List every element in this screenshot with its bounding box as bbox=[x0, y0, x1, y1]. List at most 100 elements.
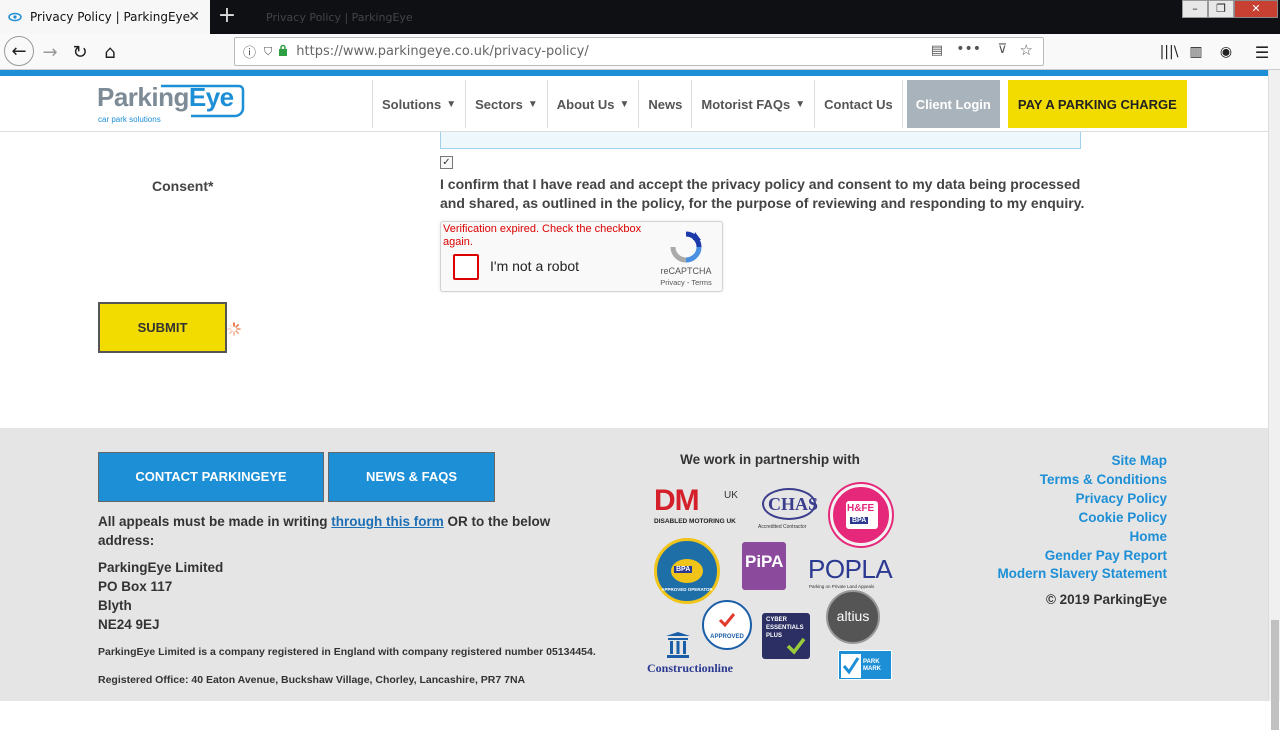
menu-label: Contact Us bbox=[824, 96, 893, 112]
cyber-text: CYBER bbox=[766, 617, 788, 623]
pipa-text: PiPA bbox=[745, 552, 784, 571]
safecontractor-tick-icon bbox=[718, 613, 736, 628]
browser-nav-bar: ← → ↻ ⌂ ⓘ ⛉ https://www.parkingeye.co.uk… bbox=[0, 34, 1280, 70]
tracking-shield-icon[interactable]: ⛉ bbox=[264, 45, 272, 59]
footer-link-cookie-policy[interactable]: Cookie Policy bbox=[997, 509, 1167, 528]
menu-item-contact-us[interactable]: Contact Us bbox=[814, 80, 903, 128]
hfe-parking-charter-logo: H&FE BPA bbox=[830, 484, 892, 546]
active-tab[interactable]: Privacy Policy | ParkingEye ✕ bbox=[0, 0, 210, 34]
hfe-text: H&FE bbox=[847, 503, 875, 514]
partners-heading: We work in partnership with bbox=[680, 452, 860, 467]
message-textarea[interactable] bbox=[440, 132, 1081, 149]
restore-window-icon[interactable]: ❐ bbox=[1208, 0, 1234, 18]
home-icon[interactable]: ⌂ bbox=[96, 38, 124, 66]
menu-item-news[interactable]: News bbox=[638, 80, 691, 128]
page-scrollbar[interactable] bbox=[1268, 70, 1280, 730]
address-line: ParkingEye Limited bbox=[98, 560, 224, 575]
appeal-notice: All appeals must be made in writing thro… bbox=[98, 512, 588, 550]
essentials-text: ESSENTIALS bbox=[766, 625, 804, 631]
altius-assured-vendor-logo: altius bbox=[826, 590, 880, 644]
address-line: Blyth bbox=[98, 598, 132, 613]
consent-text: I confirm that I have read and accept th… bbox=[440, 176, 1085, 211]
pipa-logo: PiPA bbox=[740, 542, 788, 602]
background-tab-title: Privacy Policy | ParkingEye bbox=[266, 10, 413, 24]
recaptcha-privacy-terms-links[interactable]: Privacy - Terms bbox=[653, 278, 719, 287]
url-bar[interactable]: ⓘ ⛉ https://www.parkingeye.co.uk/privacy… bbox=[234, 37, 1044, 66]
page-info-icon[interactable]: ⓘ bbox=[243, 42, 256, 61]
registered-office: Registered Office: 40 Eaton Avenue, Buck… bbox=[98, 674, 526, 686]
contact-parkingeye-button[interactable]: CONTACT PARKINGEYE bbox=[98, 452, 324, 502]
dm-uk-text: UK bbox=[724, 490, 738, 501]
address-line: NE24 9EJ bbox=[98, 617, 160, 632]
cyber-essentials-plus-logo: CYBER ESSENTIALS PLUS bbox=[762, 613, 810, 659]
logo-tagline: car park solutions bbox=[98, 115, 161, 124]
sidebar-icon[interactable]: ▥ bbox=[1182, 38, 1210, 66]
loading-spinner-icon bbox=[227, 322, 241, 336]
client-login-button[interactable]: Client Login bbox=[906, 80, 1000, 128]
consent-label: Consent* bbox=[152, 178, 214, 194]
footer-link-home[interactable]: Home bbox=[997, 528, 1167, 547]
minimize-window-icon[interactable]: – bbox=[1182, 0, 1208, 18]
library-icon[interactable]: |||\ bbox=[1155, 38, 1183, 66]
contact-button-label: CONTACT PARKINGEYE bbox=[135, 469, 287, 484]
background-tab[interactable]: Privacy Policy | ParkingEye bbox=[250, 4, 440, 30]
recaptcha-checkbox[interactable] bbox=[453, 254, 479, 280]
chevron-down-icon: ▼ bbox=[619, 98, 630, 110]
park-mark-logo: PARK MARK bbox=[838, 650, 892, 680]
menu-label: News bbox=[648, 96, 683, 112]
approved-operator-text: APPROVED OPERATOR bbox=[661, 587, 713, 592]
close-window-icon[interactable]: ✕ bbox=[1234, 0, 1278, 18]
footer-link-gender-pay-report[interactable]: Gender Pay Report bbox=[997, 547, 1167, 566]
menu-item-motorist-faqs[interactable]: Motorist FAQs ▼ bbox=[691, 80, 814, 128]
menu-item-solutions[interactable]: Solutions ▼ bbox=[372, 80, 465, 128]
footer-link-terms[interactable]: Terms & Conditions bbox=[997, 471, 1167, 490]
footer-link-privacy-policy[interactable]: Privacy Policy bbox=[997, 490, 1167, 509]
submit-button[interactable]: SUBMIT bbox=[98, 302, 227, 353]
chevron-down-icon: ▼ bbox=[446, 98, 457, 110]
url-path: /privacy-policy/ bbox=[489, 44, 589, 59]
copyright: © 2019 ParkingEye bbox=[1045, 592, 1167, 607]
scrollbar-thumb[interactable] bbox=[1271, 620, 1279, 730]
forward-icon[interactable]: → bbox=[36, 38, 64, 66]
pay-parking-charge-button[interactable]: PAY A PARKING CHARGE bbox=[1007, 80, 1187, 128]
appeal-text-before: All appeals must be made in writing bbox=[98, 514, 332, 529]
client-login-label: Client Login bbox=[915, 96, 991, 112]
chevron-down-icon: ▼ bbox=[795, 98, 806, 110]
main-menu: Solutions ▼ Sectors ▼ About Us ▼ News Motor… bbox=[372, 80, 1187, 128]
secure-lock-icon bbox=[278, 44, 288, 60]
tab-title: Privacy Policy | ParkingEye bbox=[30, 10, 191, 24]
pocket-icon[interactable]: ⊽ bbox=[997, 42, 1007, 57]
account-icon[interactable]: ◉ bbox=[1212, 38, 1240, 66]
page-actions-icon[interactable]: ••• bbox=[956, 41, 981, 57]
chas-text: CHAS bbox=[768, 494, 819, 514]
footer-link-modern-slavery[interactable]: Modern Slavery Statement bbox=[997, 565, 1167, 584]
disabled-motoring-uk-logo: DM UK DISABLED MOTORING UK bbox=[652, 484, 748, 528]
hfe-bpa-text: BPA bbox=[850, 517, 869, 524]
constructionline-pillar-icon bbox=[666, 632, 690, 658]
menu-hamburger-icon[interactable]: ☰ bbox=[1248, 38, 1276, 66]
parkingeye-logo[interactable]: ParkingEye car park solutions bbox=[97, 82, 249, 126]
site-header: ParkingEye car park solutions Solutions ▼… bbox=[0, 76, 1268, 132]
constructionline-text: Constructionline bbox=[647, 661, 734, 675]
submit-label: SUBMIT bbox=[137, 320, 188, 335]
park-mark-text: PARK MARK bbox=[863, 659, 881, 672]
menu-item-about-us[interactable]: About Us ▼ bbox=[546, 80, 639, 128]
park-mark-tick-icon bbox=[841, 654, 861, 678]
popla-subtitle: Parking on Private Land Appeals bbox=[809, 584, 875, 589]
bookmark-star-icon[interactable]: ☆ bbox=[1020, 41, 1033, 59]
close-tab-icon[interactable]: ✕ bbox=[188, 9, 200, 25]
site-footer: CONTACT PARKINGEYE NEWS & FAQS All appea… bbox=[0, 428, 1268, 701]
safecontractor-logo: APPROVED bbox=[702, 600, 752, 650]
consent-checkbox[interactable]: ✓ bbox=[440, 156, 453, 169]
dm-text: DM bbox=[654, 484, 700, 517]
altius-text: altius bbox=[836, 608, 870, 624]
menu-item-sectors[interactable]: Sectors ▼ bbox=[465, 80, 547, 128]
news-button-label: NEWS & FAQS bbox=[365, 469, 457, 484]
back-icon[interactable]: ← bbox=[4, 36, 34, 66]
reader-view-icon[interactable]: ▤ bbox=[931, 43, 943, 58]
new-tab-icon[interactable]: + bbox=[214, 4, 240, 30]
appeal-form-link[interactable]: through this form bbox=[331, 514, 443, 529]
news-faqs-button[interactable]: NEWS & FAQS bbox=[328, 452, 495, 502]
footer-link-site-map[interactable]: Site Map bbox=[997, 452, 1167, 471]
reload-icon[interactable]: ↻ bbox=[66, 38, 94, 66]
